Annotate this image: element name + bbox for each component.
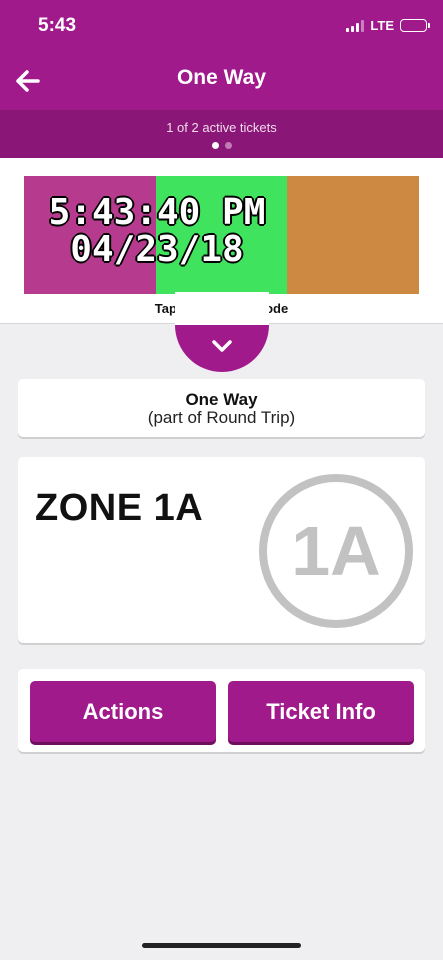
trip-type-card: One Way (part of Round Trip): [18, 379, 425, 437]
trip-title: One Way: [185, 390, 258, 409]
pager-dot[interactable]: [224, 142, 232, 149]
chevron-down-icon: [208, 336, 236, 356]
ticket-time: 5:43:40 PM: [48, 192, 266, 233]
ticket-date: 04/23/18: [70, 229, 244, 270]
actions-button[interactable]: Actions: [30, 681, 216, 742]
zone-title: ZONE 1A: [35, 487, 204, 529]
actions-card: Actions Ticket Info: [18, 669, 425, 752]
pager-dots[interactable]: [0, 142, 443, 149]
home-indicator[interactable]: [142, 943, 301, 948]
color-segment-3: [287, 176, 420, 294]
network-type: LTE: [370, 18, 394, 33]
pager-label: 1 of 2 active tickets: [166, 120, 277, 135]
status-bar: 5:43 LTE: [0, 0, 443, 52]
status-time: 5:43: [38, 15, 77, 36]
ticket-pager[interactable]: 1 of 2 active tickets: [0, 110, 443, 158]
nav-bar: One Way: [0, 52, 443, 110]
signal-icon: [346, 19, 365, 32]
ticket-info-button[interactable]: Ticket Info: [228, 681, 414, 742]
ticket-timestamp: 5:43:40 PM 04/23/18: [24, 194, 290, 268]
page-title: One Way: [176, 66, 267, 89]
pull-tab-cap: [175, 292, 269, 325]
zone-badge: 1A: [259, 474, 413, 628]
battery-icon: [400, 19, 430, 32]
pager-dot-active[interactable]: [211, 142, 219, 149]
status-icons: LTE: [346, 18, 430, 33]
zone-card: ZONE 1A 1A: [18, 457, 425, 643]
trip-subtitle: (part of Round Trip): [147, 408, 296, 427]
